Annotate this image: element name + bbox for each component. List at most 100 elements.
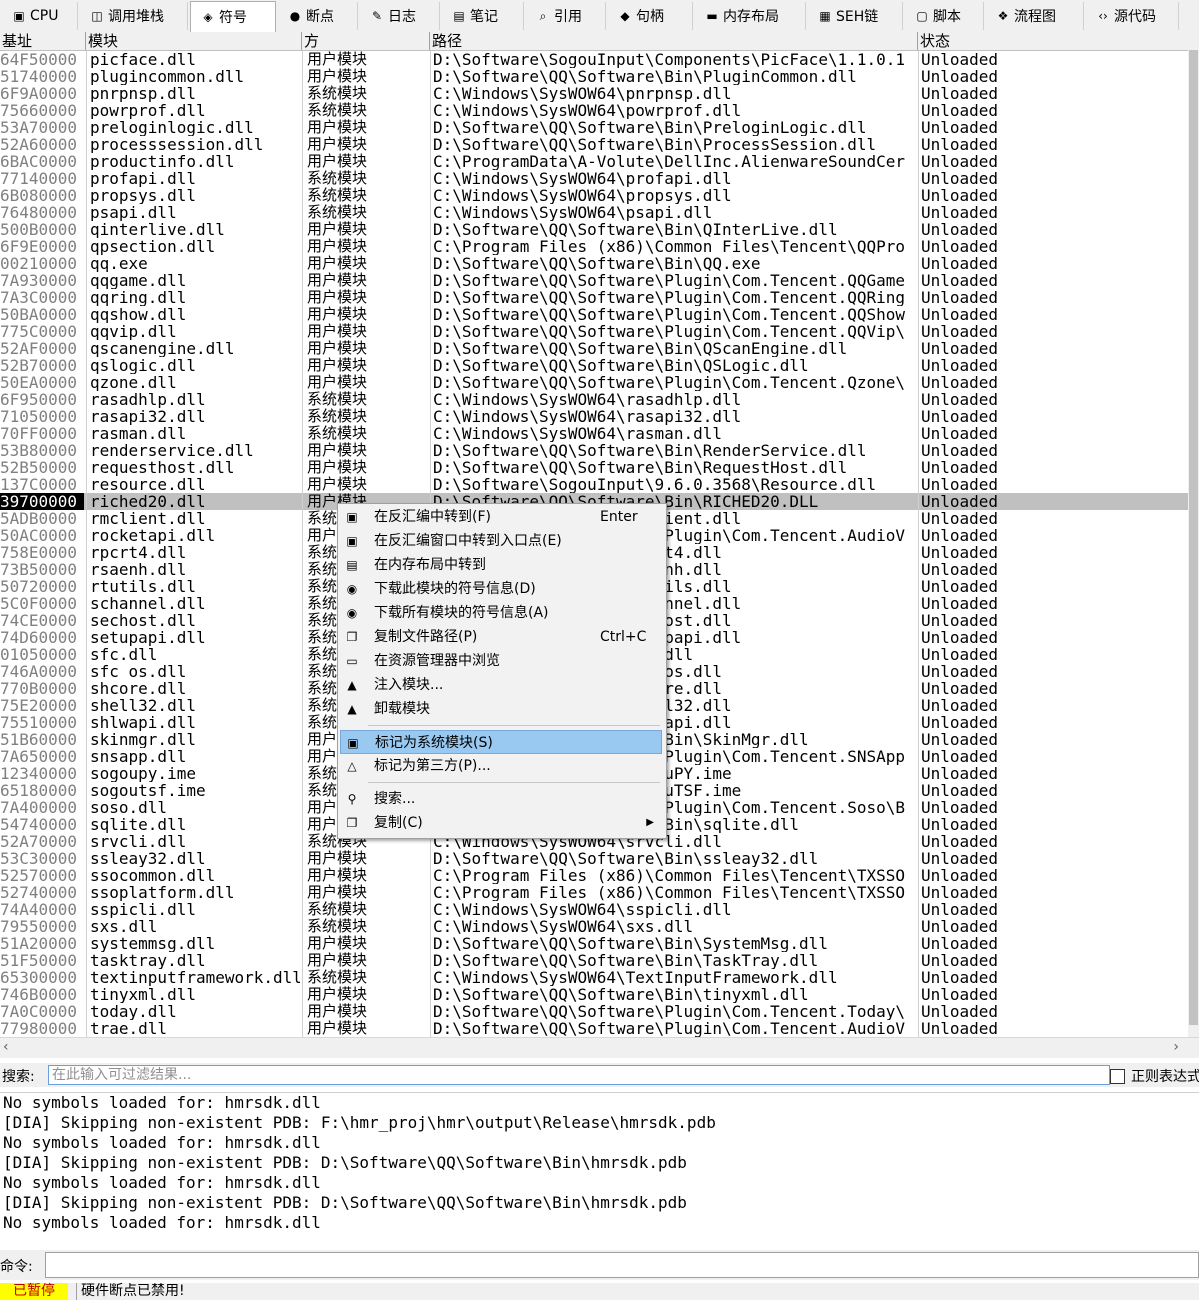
tab-cpu[interactable]: ▣ CPU <box>2 2 78 30</box>
command-input[interactable] <box>45 1252 1199 1278</box>
table-row[interactable]: 6BAC0000 productinfo.dll 用户模块 C:\ProgramDat… <box>0 153 1188 170</box>
row-module-path: D:\Software\SogouInput\9.6.0.3568\Resour… <box>433 476 877 493</box>
row-module-type: 用户模块 <box>307 306 368 323</box>
table-row[interactable]: 6B080000 propsys.dll 系统模块 C:\Windows\SysWOW… <box>0 187 1188 204</box>
table-row[interactable]: 50EA0000 qzone.dll 用户模块 D:\Software\QQ\Soft… <box>0 374 1188 391</box>
column-header-type[interactable]: 方 <box>302 32 430 50</box>
row-module-path: D:\Software\QQ\Software\Bin\PreloginLogi… <box>433 119 867 136</box>
row-module-type: 用户模块 <box>307 884 368 901</box>
table-row[interactable]: 52A60000 processsession.dll 用户模块 D:\Softwar… <box>0 136 1188 153</box>
tab-notes[interactable]: ▤ 笔记 <box>442 2 524 30</box>
table-row[interactable]: 6F9E0000 qpsection.dll 用户模块 C:\Program File… <box>0 238 1188 255</box>
table-row[interactable]: 51F50000 tasktray.dll 用户模块 D:\Software\QQ\S… <box>0 952 1188 969</box>
table-row[interactable]: 53B80000 renderservice.dll 用户模块 D:\Software… <box>0 442 1188 459</box>
seh-chain-icon: ▦ <box>819 9 831 23</box>
column-header-path[interactable]: 路径 <box>430 32 918 50</box>
row-base-address: 50EA0000 <box>0 374 78 391</box>
table-row[interactable]: 52B50000 requesthost.dll 用户模块 D:\Software\Q… <box>0 459 1188 476</box>
menu-item-explorer[interactable]: ▭ 在资源管理器中浏览 <box>340 649 662 673</box>
table-row[interactable]: 77980000 trae.dll 用户模块 D:\Software\QQ\Softw… <box>0 1020 1188 1037</box>
table-row[interactable]: 00210000 qq.exe 用户模块 D:\Software\QQ\Softwar… <box>0 255 1188 272</box>
table-row[interactable]: 75660000 powrprof.dll 系统模块 C:\Windows\SysWO… <box>0 102 1188 119</box>
table-row[interactable]: 77140000 profapi.dll 系统模块 C:\Windows\SysWOW… <box>0 170 1188 187</box>
menu-item-disassembly[interactable]: ▣ 在反汇编中转到(F) Enter <box>340 505 662 529</box>
row-base-address: 74CE0000 <box>0 612 78 629</box>
table-row[interactable]: 52570000 ssocommon.dll 用户模块 C:\Program File… <box>0 867 1188 884</box>
row-module-type: 用户模块 <box>307 136 368 153</box>
scroll-left-icon[interactable]: ‹ <box>3 1039 9 1055</box>
vertical-scrollbar-thumb[interactable] <box>1189 50 1198 1025</box>
tab-handles[interactable]: ◆ 句柄 <box>608 2 693 30</box>
tab-source[interactable]: ‹› 源代码 <box>1086 2 1179 30</box>
row-module-type: 用户模块 <box>307 68 368 85</box>
scroll-right-icon[interactable]: › <box>1173 1039 1179 1055</box>
horizontal-scrollbar[interactable]: ‹ › <box>0 1037 1199 1058</box>
table-row[interactable]: 74A40000 sspicli.dll 系统模块 C:\Windows\SysWOW… <box>0 901 1188 918</box>
table-row[interactable]: 64F50000 picface.dll 用户模块 D:\Software\Sogou… <box>0 51 1188 68</box>
table-row[interactable]: 6F950000 rasadhlp.dll 系统模块 C:\Windows\SysWO… <box>0 391 1188 408</box>
table-row[interactable]: 50BA0000 qqshow.dll 用户模块 D:\Software\QQ\Sof… <box>0 306 1188 323</box>
table-row[interactable]: 76480000 psapi.dll 系统模块 C:\Windows\SysWOW64… <box>0 204 1188 221</box>
table-row[interactable]: 53A70000 preloginlogic.dll 用户模块 D:\Software… <box>0 119 1188 136</box>
row-module-type: 系统模块 <box>307 204 368 221</box>
row-module-type: 用户模块 <box>307 850 368 867</box>
menu-item-mark-third-party[interactable]: △ 标记为第三方(P)... <box>340 754 662 778</box>
column-header-module[interactable]: 模块 <box>86 32 302 50</box>
table-row[interactable]: 7A930000 qqgame.dll 用户模块 D:\Software\QQ\Sof… <box>0 272 1188 289</box>
menu-item-binoculars[interactable]: ⚲ 搜索... <box>340 787 662 811</box>
tab-script[interactable]: ▢ 脚本 <box>905 2 984 30</box>
table-row[interactable]: 6F9A0000 pnrpnsp.dll 系统模块 C:\Windows\SysWOW… <box>0 85 1188 102</box>
search-bar: 搜索: 正则表达式 <box>0 1063 1199 1087</box>
tab-symbols[interactable]: ◈ 符号 <box>190 1 276 32</box>
table-row[interactable]: 7A0C0000 today.dll 用户模块 D:\Software\QQ\Soft… <box>0 1003 1188 1020</box>
row-module-path: C:\Windows\SysWOW64\rasman.dll <box>433 425 722 442</box>
inject-module-icon: ▲ <box>347 678 357 692</box>
row-status: Unloaded <box>921 527 999 544</box>
tab-seh-chain[interactable]: ▦ SEH链 <box>808 2 903 30</box>
row-base-address: 7A400000 <box>0 799 78 816</box>
row-base-address: 65180000 <box>0 782 78 799</box>
regex-checkbox[interactable]: 正则表达式 <box>1110 1066 1199 1086</box>
row-module-type: 用户模块 <box>307 272 368 289</box>
table-row[interactable]: 52B70000 qslogic.dll 用户模块 D:\Software\QQ\So… <box>0 357 1188 374</box>
search-input[interactable] <box>48 1065 1110 1085</box>
table-row[interactable]: 51A20000 systemmsg.dll 用户模块 D:\Software\QQ\… <box>0 935 1188 952</box>
table-row[interactable]: 51740000 plugincommon.dll 用户模块 D:\Software\… <box>0 68 1188 85</box>
column-header-base[interactable]: 基址 <box>0 32 86 50</box>
menu-item-copy-path[interactable]: ❐ 复制文件路径(P) Ctrl+C <box>340 625 662 649</box>
tab-references[interactable]: ⌕ 引用 <box>526 2 606 30</box>
row-status: Unloaded <box>921 238 999 255</box>
table-row[interactable]: 7A3C0000 qqring.dll 用户模块 D:\Software\QQ\Sof… <box>0 289 1188 306</box>
row-base-address: 6BAC0000 <box>0 153 78 170</box>
tab-label: 源代码 <box>1114 9 1156 25</box>
row-status: Unloaded <box>921 629 999 646</box>
column-header-status[interactable]: 状态 <box>918 32 1188 50</box>
tab-memory-map[interactable]: ▬ 内存布局 <box>695 2 806 30</box>
table-row[interactable]: 746B0000 tinyxml.dll 用户模块 D:\Software\QQ\So… <box>0 986 1188 1003</box>
menu-item-download-symbol[interactable]: ◉ 下载此模块的符号信息(D) <box>340 577 662 601</box>
menu-item-inject-module[interactable]: ▲ 注入模块... <box>340 673 662 697</box>
table-row[interactable]: 500B0000 qinterlive.dll 用户模块 D:\Software\QQ… <box>0 221 1188 238</box>
tab-graph[interactable]: ❖ 流程图 <box>986 2 1084 30</box>
table-row[interactable]: 71050000 rasapi32.dll 系统模块 C:\Windows\SysWO… <box>0 408 1188 425</box>
tab-call-stack[interactable]: ◫ 调用堆栈 <box>80 2 188 30</box>
row-base-address: 51B60000 <box>0 731 78 748</box>
memory-map-icon: ▤ <box>346 558 358 572</box>
table-row[interactable]: 52AF0000 qscanengine.dll 用户模块 D:\Software\Q… <box>0 340 1188 357</box>
table-row[interactable]: 70FF0000 rasman.dll 系统模块 C:\Windows\SysWOW6… <box>0 425 1188 442</box>
table-row[interactable]: 65300000 textinputframework.dll 系统模块 C:\Win… <box>0 969 1188 986</box>
menu-item-mark-system[interactable]: ▣ 标记为系统模块(S) <box>340 730 662 754</box>
table-row[interactable]: 79550000 sxs.dll 系统模块 C:\Windows\SysWOW64\s… <box>0 918 1188 935</box>
menu-item-entry-point[interactable]: ▣ 在反汇编窗口中转到入口点(E) <box>340 529 662 553</box>
menu-item-download-all-symbols[interactable]: ◉ 下载所有模块的符号信息(A) <box>340 601 662 625</box>
table-row[interactable]: 775C0000 qqvip.dll 用户模块 D:\Software\QQ\Soft… <box>0 323 1188 340</box>
table-row[interactable]: 137C0000 resource.dll 用户模块 D:\Software\Sogo… <box>0 476 1188 493</box>
menu-item-copy[interactable]: ❐ 复制(C) ▶ <box>340 811 662 835</box>
tab-breakpoint[interactable]: ● 断点 <box>278 2 358 30</box>
table-row[interactable]: 52740000 ssoplatform.dll 用户模块 C:\Program Fi… <box>0 884 1188 901</box>
regex-checkbox-box[interactable] <box>1110 1068 1125 1084</box>
menu-item-unload-module[interactable]: ▲ 卸载模块 <box>340 697 662 721</box>
table-row[interactable]: 53C30000 ssleay32.dll 用户模块 D:\Software\QQ\S… <box>0 850 1188 867</box>
menu-item-memory-map[interactable]: ▤ 在内存布局中转到 <box>340 553 662 577</box>
tab-log[interactable]: ✎ 日志 <box>360 2 440 30</box>
